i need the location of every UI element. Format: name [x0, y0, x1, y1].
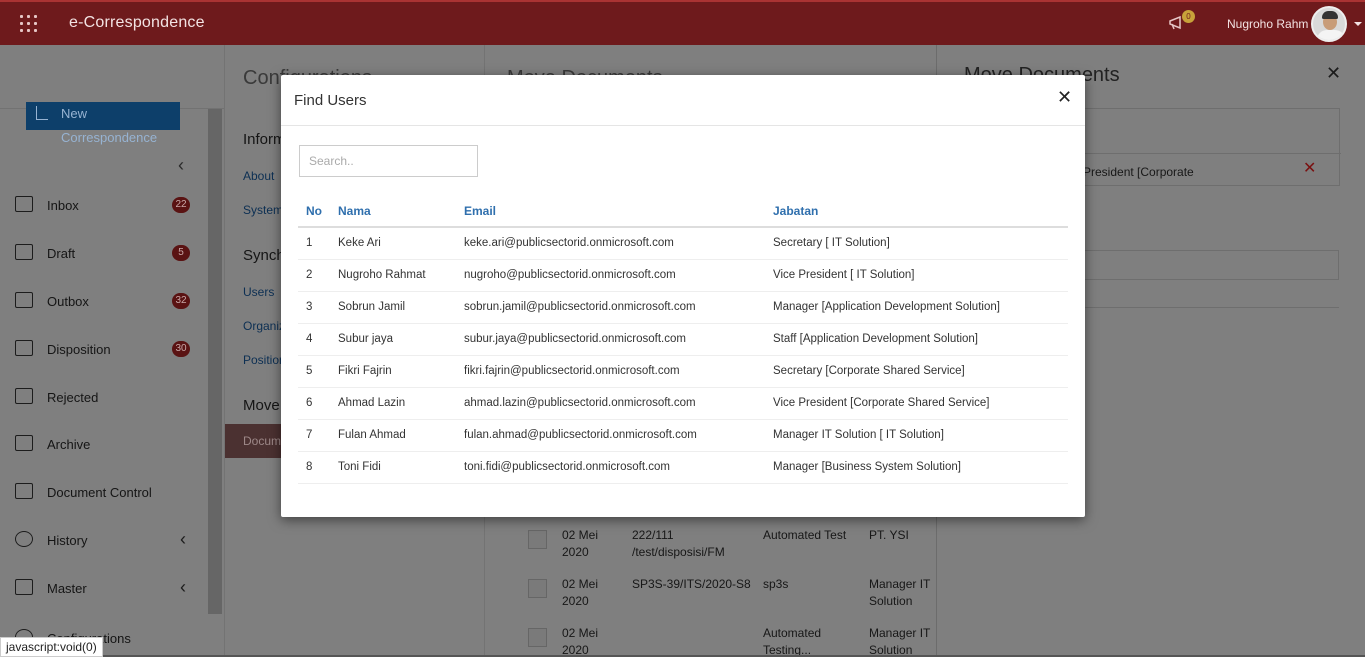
draft-count-badge: 5 [172, 245, 190, 261]
outbox-icon [15, 292, 33, 308]
master-icon [15, 579, 33, 595]
sidebar-item-inbox[interactable]: Inbox 22 [0, 186, 208, 226]
find-users-modal: Find Users ✕ No Nama Email Jabatan 1Keke… [281, 75, 1085, 517]
inbox-count-badge: 22 [172, 197, 190, 213]
sidebar-item-history[interactable]: History ‹ [0, 521, 208, 561]
row-checkbox[interactable] [528, 628, 547, 647]
column-header-no[interactable]: No [298, 196, 330, 228]
row-checkbox[interactable] [528, 530, 547, 549]
chevron-left-icon: ‹ [180, 577, 186, 597]
table-row[interactable]: 8 Toni Fidi toni.fidi@publicsectorid.onmic… [298, 451, 1068, 484]
rejected-icon [15, 388, 33, 404]
table-row[interactable]: 02 Mei 2020 222/111 /test/disposisi/FM A… [485, 527, 937, 576]
sidebar-item-master[interactable]: Master ‹ [0, 569, 208, 609]
collapse-sidebar-chevron-icon[interactable]: ‹ [178, 155, 184, 176]
notification-badge: 0 [1182, 10, 1195, 23]
modal-title: Find Users [294, 92, 367, 109]
table-row[interactable]: 6 Ahmad Lazin ahmad.lazin@publicsectorid.o… [298, 387, 1068, 420]
remove-position-close-icon[interactable]: ✕ [1303, 158, 1316, 178]
selected-position-text: e President [Corporate [1073, 165, 1194, 179]
column-header-jabatan[interactable]: Jabatan [765, 196, 1068, 228]
search-input[interactable] [299, 145, 478, 177]
inbox-icon [15, 196, 33, 212]
table-row[interactable]: 02 Mei 2020 SP3S-39/ITS/2020-S8 sp3s Man… [485, 576, 937, 625]
column-header-nama[interactable]: Nama [330, 196, 456, 228]
sidebar-item-rejected[interactable]: Rejected [0, 378, 208, 418]
archive-icon [15, 435, 33, 451]
outbox-count-badge: 32 [172, 293, 190, 309]
app-title[interactable]: e-Correspondence [69, 14, 205, 32]
sidebar-item-disposition[interactable]: Disposition 30 [0, 330, 208, 370]
chevron-left-icon: ‹ [180, 529, 186, 549]
config-section-move: Move [243, 397, 280, 414]
row-checkbox[interactable] [528, 579, 547, 598]
table-row[interactable]: 2 Nugroho Rahmat nugroho@publicsectorid.on… [298, 259, 1068, 292]
disposition-icon [15, 340, 33, 356]
config-link-system[interactable]: System [243, 203, 283, 217]
user-menu-caret-icon[interactable] [1354, 22, 1362, 26]
history-icon [15, 531, 33, 547]
table-row[interactable]: 4 Subur jaya subur.jaya@publicsectorid.onm… [298, 323, 1068, 356]
close-icon[interactable]: ✕ [1057, 87, 1072, 108]
top-bar: e-Correspondence 0 Nugroho Rahm [0, 0, 1365, 45]
table-row[interactable]: 1 Keke Ari keke.ari@publicsectorid.onmicro… [298, 227, 1068, 260]
table-row[interactable]: 02 Mei 2020 Automated Testing... Manager… [485, 625, 937, 657]
users-table: No Nama Email Jabatan 1 Keke Ari keke.ari@… [298, 196, 1068, 484]
new-correspondence-button[interactable]: New Correspondence [26, 102, 180, 145]
document-control-icon [15, 483, 33, 499]
modal-header: Find Users ✕ [281, 75, 1085, 126]
sidebar-item-archive[interactable]: Archive [0, 425, 208, 465]
user-name[interactable]: Nugroho Rahm [1227, 17, 1308, 31]
sidebar-scrollbar[interactable] [208, 109, 222, 614]
app-grid-icon[interactable] [20, 15, 37, 32]
sidebar-item-draft[interactable]: Draft 5 [0, 234, 208, 274]
sidebar-item-document-control[interactable]: Document Control [0, 473, 208, 513]
table-row[interactable]: 3 Sobrun Jamil sobrun.jamil@publicsectorid… [298, 291, 1068, 324]
column-header-email[interactable]: Email [456, 196, 765, 228]
disposition-count-badge: 30 [172, 341, 190, 357]
table-row[interactable]: 5 Fikri Fajrin fikri.fajrin@publicsectorid… [298, 355, 1068, 388]
config-link-users[interactable]: Users [243, 285, 274, 299]
sidebar: New Correspondence ‹ Inbox 22 Draft 5 Ou… [0, 45, 224, 657]
sidebar-item-outbox[interactable]: Outbox 32 [0, 282, 208, 322]
table-header-row: No Nama Email Jabatan [298, 196, 1068, 228]
draft-icon [15, 244, 33, 260]
megaphone-icon[interactable]: 0 [1168, 10, 1195, 34]
new-document-icon [36, 106, 48, 120]
avatar[interactable] [1311, 6, 1347, 42]
close-icon[interactable]: ✕ [1326, 63, 1341, 84]
table-row[interactable]: 7 Fulan Ahmad fulan.ahmad@publicsectorid.o… [298, 419, 1068, 452]
config-link-about[interactable]: About [243, 169, 274, 183]
browser-status-bar: javascript:void(0) [0, 637, 103, 657]
